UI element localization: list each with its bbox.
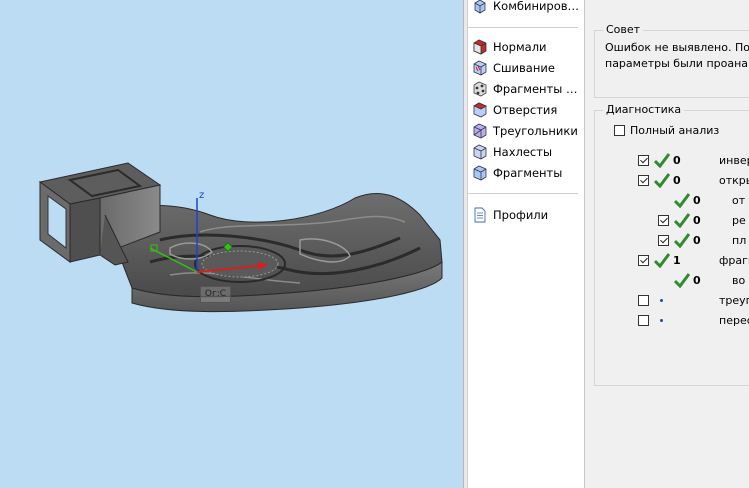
tree-divider [468, 193, 578, 194]
tree-item-label: Профили [493, 208, 549, 222]
tree-item-fragments[interactable]: Фрагменты [472, 163, 562, 183]
diag-label: фрагм [719, 254, 749, 267]
diag-row-checkbox[interactable] [658, 215, 669, 226]
tree-item-holes[interactable]: Отверстия [472, 100, 557, 120]
stitching-icon [473, 60, 487, 76]
fragments-dots-icon [473, 81, 487, 97]
diag-count: 1 [673, 254, 681, 267]
tree-item-label: Отверстия [493, 103, 558, 117]
tree-item-stitching[interactable]: Сшивание [472, 58, 555, 78]
diag-row-checkbox[interactable] [638, 175, 649, 186]
tree-item-label: Нахлесты [493, 145, 553, 159]
green-check-icon [654, 173, 670, 188]
diag-label: во [732, 274, 746, 287]
model-render[interactable] [0, 0, 463, 488]
diag-label: от [732, 194, 746, 207]
diag-row-checkbox[interactable] [638, 315, 649, 326]
triangles-icon [473, 123, 487, 139]
diagnostics-title: Диагностика [603, 103, 685, 116]
advice-group: Совет Ошибок не выявлено. По параметры б… [594, 23, 749, 98]
combine-icon [474, 0, 486, 14]
tree-item-triangles[interactable]: Треугольники [472, 121, 578, 141]
diag-count: 0 [673, 154, 681, 167]
diag-label: ре [732, 214, 746, 227]
orientation-cube-label[interactable]: Ог:С [200, 286, 231, 303]
green-check-icon [674, 273, 690, 288]
tree-divider [468, 27, 578, 28]
tree-item-fragments-more[interactable]: Фрагменты … [472, 79, 578, 99]
diag-count: 0 [693, 274, 701, 287]
bullet-icon [660, 299, 663, 302]
diag-label: откры [719, 174, 749, 187]
tree-item-label: Нормали [493, 40, 547, 54]
full-analysis-label: Полный анализ [630, 124, 720, 137]
green-check-icon [654, 153, 670, 168]
details-pane: Совет Ошибок не выявлено. По параметры б… [585, 0, 749, 488]
green-check-icon [674, 213, 690, 228]
diag-label: пл [732, 234, 747, 247]
tree-item-label: Сшивание [493, 61, 555, 75]
diag-label: перес [719, 314, 749, 327]
diag-row-checkbox[interactable] [638, 295, 649, 306]
diag-row-checkbox[interactable] [638, 255, 649, 266]
green-check-icon [674, 233, 690, 248]
diag-count: 0 [693, 194, 701, 207]
tree-item-overlaps[interactable]: Нахлесты [472, 142, 552, 162]
tree-item-label: Треугольники [493, 124, 578, 138]
green-check-icon [674, 193, 690, 208]
tree-item-normals[interactable]: Нормали [472, 37, 547, 57]
diag-count: 0 [693, 234, 701, 247]
advice-line-2: параметры были проана [605, 57, 749, 70]
green-check-icon [654, 253, 670, 268]
diag-row-checkbox[interactable] [658, 235, 669, 246]
diagnostics-group: Диагностика Полный анализ 0 инвер 0 откр… [594, 103, 749, 386]
holes-icon [473, 102, 487, 118]
diag-count: 0 [673, 174, 681, 187]
z-axis-label: z [199, 190, 205, 201]
diag-row-checkbox[interactable] [638, 155, 649, 166]
tools-tree: Комбиниров… Нормали Сшивание Фрагменты … [468, 0, 585, 488]
normals-icon [473, 39, 487, 55]
advice-line-1: Ошибок не выявлено. По [605, 41, 749, 54]
full-analysis-checkbox[interactable] [614, 125, 625, 136]
advice-title: Совет [603, 23, 644, 36]
tree-item-label: Фрагменты [493, 166, 563, 180]
diag-label: треуго [719, 294, 749, 307]
tree-item-label: Фрагменты … [493, 82, 578, 96]
3d-viewport[interactable]: z Ог:С [0, 0, 463, 488]
diag-count: 0 [693, 214, 701, 227]
overlaps-icon [473, 144, 487, 160]
tree-item-label: Комбиниров… [493, 0, 580, 13]
tree-item-profiles[interactable]: Профили [472, 205, 548, 225]
diag-label: инвер [719, 154, 749, 167]
bullet-icon [660, 319, 663, 322]
fragments-icon [473, 165, 487, 181]
document-icon [474, 207, 486, 223]
tree-item-combine[interactable]: Комбиниров… [472, 0, 579, 16]
